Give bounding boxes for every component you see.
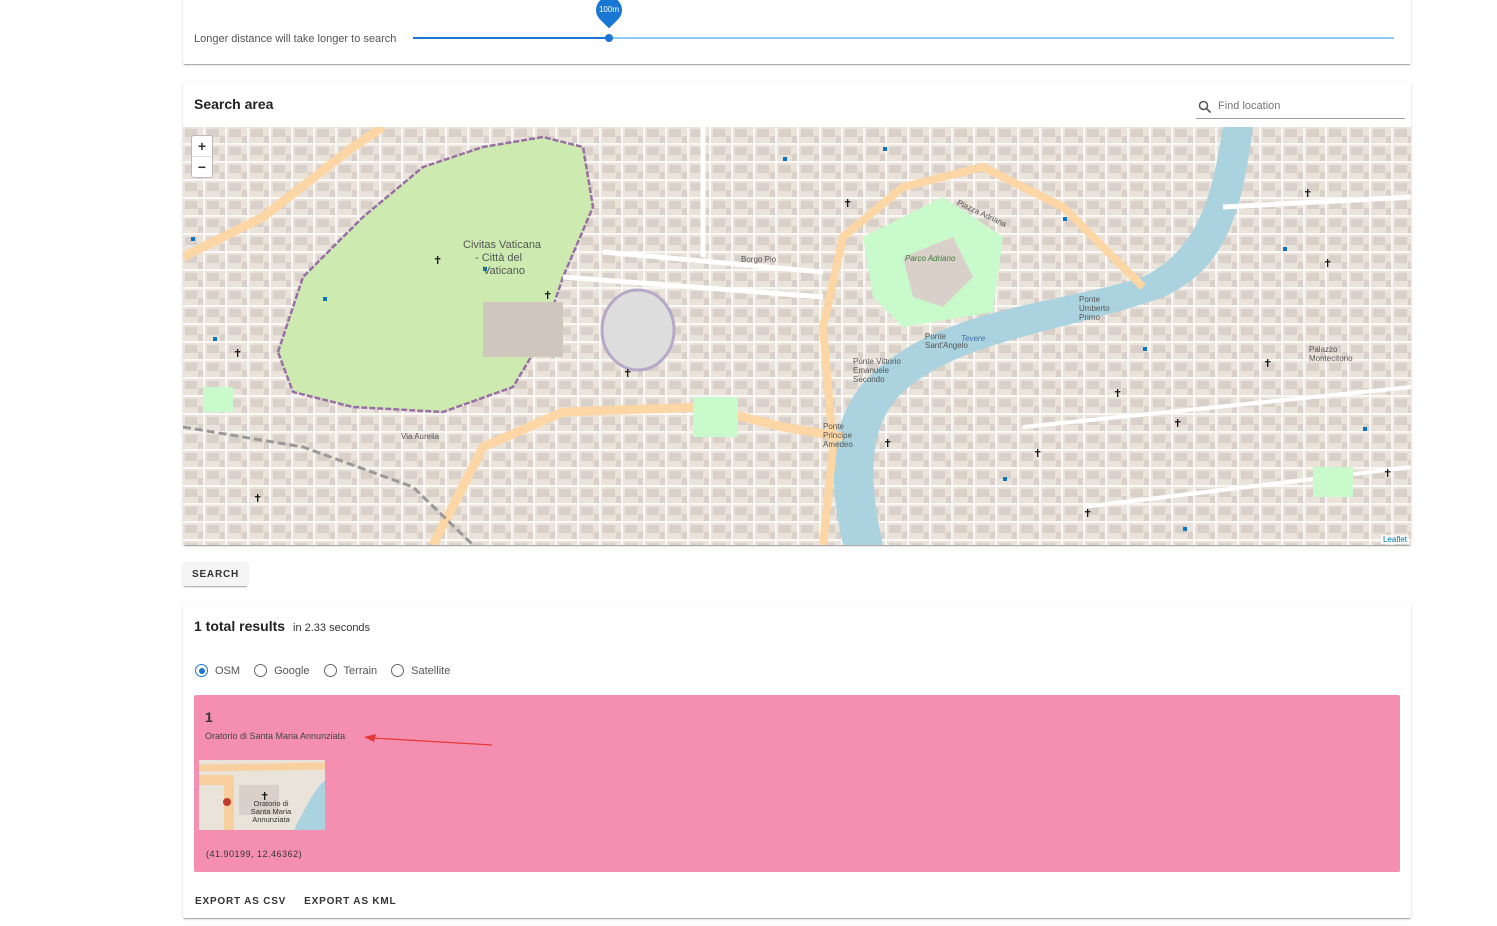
leaflet-attribution[interactable]: Leaflet	[1380, 535, 1409, 544]
map-label-palazzo: Palazzo Montecitorio	[1309, 345, 1353, 363]
svg-text:✝: ✝	[543, 289, 552, 302]
map-label-parco: Parco Adriano	[905, 254, 956, 263]
map-type-radio-group: OSM Google Terrain Satellite	[195, 664, 464, 677]
slider-value-label: 100m	[599, 5, 620, 14]
search-map[interactable]: ✝ ✝ ✝ ✝ ✝ ✝ ✝ ✝ ✝ ✝ ✝ ✝ ✝ ✝ ✝ Civitas Vaticana - C…	[183, 127, 1411, 545]
radio-label-terrain: Terrain	[343, 664, 378, 677]
map-label-vatican-3: Vaticano	[483, 265, 525, 277]
svg-text:✝: ✝	[843, 197, 852, 210]
distance-slider[interactable]: 100m	[413, 0, 1394, 42]
zoom-out-button[interactable]: −	[192, 157, 212, 177]
map-tiles: ✝ ✝ ✝ ✝ ✝ ✝ ✝ ✝ ✝ ✝ ✝ ✝ ✝ ✝ ✝	[183, 127, 1411, 545]
distance-card: Longer distance will take longer to sear…	[183, 0, 1411, 64]
slider-fill	[413, 37, 610, 39]
radio-label-osm: OSM	[215, 664, 241, 677]
svg-text:✝: ✝	[233, 347, 242, 360]
results-card: 1 total results in 2.33 seconds OSM Goog…	[183, 604, 1411, 918]
svg-text:✝: ✝	[1303, 187, 1312, 200]
search-area-title: Search area	[194, 96, 274, 112]
distance-hint: Longer distance will take longer to sear…	[194, 33, 397, 45]
radio-circle[interactable]	[391, 664, 405, 677]
map-label-ponte-vittorio: Ponte Vittorio Emanuele Secondo	[853, 357, 901, 384]
radio-label-google: Google	[274, 664, 310, 677]
map-label-borgo-pio: Borgo Pio	[741, 255, 777, 264]
map-label-tevere: Tevere	[961, 334, 986, 343]
radio-terrain[interactable]: Terrain	[323, 664, 378, 677]
result-thumbnail[interactable]: ✝ Oratorio di Santa Maria Annunziata	[199, 760, 325, 830]
annotation-arrow-icon	[364, 734, 493, 746]
slider-thumb[interactable]	[605, 34, 614, 42]
map-label-via-aurelia: Via Aurelia	[401, 432, 440, 441]
export-actions: EXPORT AS CSV EXPORT AS KML	[195, 896, 396, 907]
results-title: 1 total results	[194, 618, 286, 634]
radio-osm[interactable]: OSM	[195, 664, 240, 677]
svg-text:✝: ✝	[1113, 387, 1122, 400]
radio-label-satellite: Satellite	[411, 664, 451, 677]
radio-circle[interactable]	[195, 664, 208, 677]
search-icon	[1198, 100, 1212, 114]
svg-text:✝: ✝	[623, 367, 632, 380]
export-csv-button[interactable]: EXPORT AS CSV	[195, 896, 286, 907]
radio-google[interactable]: Google	[254, 664, 310, 677]
map-label-vatican-2: - Città del	[475, 252, 523, 264]
result-item[interactable]: 1 Oratorio di Santa Maria Annunziata ✝ O…	[194, 695, 1400, 872]
result-name: Oratorio di Santa Maria Annunziata	[205, 731, 346, 741]
result-coordinates: (41.90199, 12.46362)	[206, 849, 303, 859]
map-label-ponte-umberto: Ponte Umberto Primo	[1079, 295, 1110, 322]
map-label-vatican: Civitas Vaticana	[463, 239, 542, 251]
zoom-control: + −	[191, 135, 213, 178]
find-location-input[interactable]	[1216, 99, 1405, 113]
svg-text:✝: ✝	[1323, 257, 1332, 270]
export-kml-button[interactable]: EXPORT AS KML	[304, 896, 396, 907]
svg-text:✝: ✝	[433, 254, 442, 267]
svg-text:✝: ✝	[883, 437, 892, 450]
radio-circle[interactable]	[254, 664, 268, 677]
svg-text:✝: ✝	[1173, 417, 1182, 430]
search-area-card: Search area Find location ✝ ✝ ✝ ✝ ✝ ✝ ✝ …	[183, 82, 1411, 545]
svg-text:✝: ✝	[1263, 357, 1272, 370]
map-label-ponte-amedeo: Ponte Principe Amedeo	[823, 422, 853, 449]
radio-satellite[interactable]: Satellite	[391, 664, 450, 677]
svg-text:✝: ✝	[1383, 467, 1392, 480]
slider-value-bubble: 100m	[590, 0, 628, 29]
result-number: 1	[205, 709, 213, 725]
radio-circle[interactable]	[323, 664, 337, 677]
svg-text:✝: ✝	[1083, 507, 1092, 520]
thumbnail-label: Oratorio di Santa Maria Annunziata	[250, 799, 292, 824]
find-location-field[interactable]	[1196, 98, 1405, 119]
results-time: in 2.33 seconds	[293, 622, 371, 634]
zoom-in-button[interactable]: +	[192, 136, 212, 157]
svg-text:✝: ✝	[1033, 447, 1042, 460]
svg-text:✝: ✝	[253, 492, 262, 505]
search-button[interactable]: SEARCH	[183, 562, 248, 586]
